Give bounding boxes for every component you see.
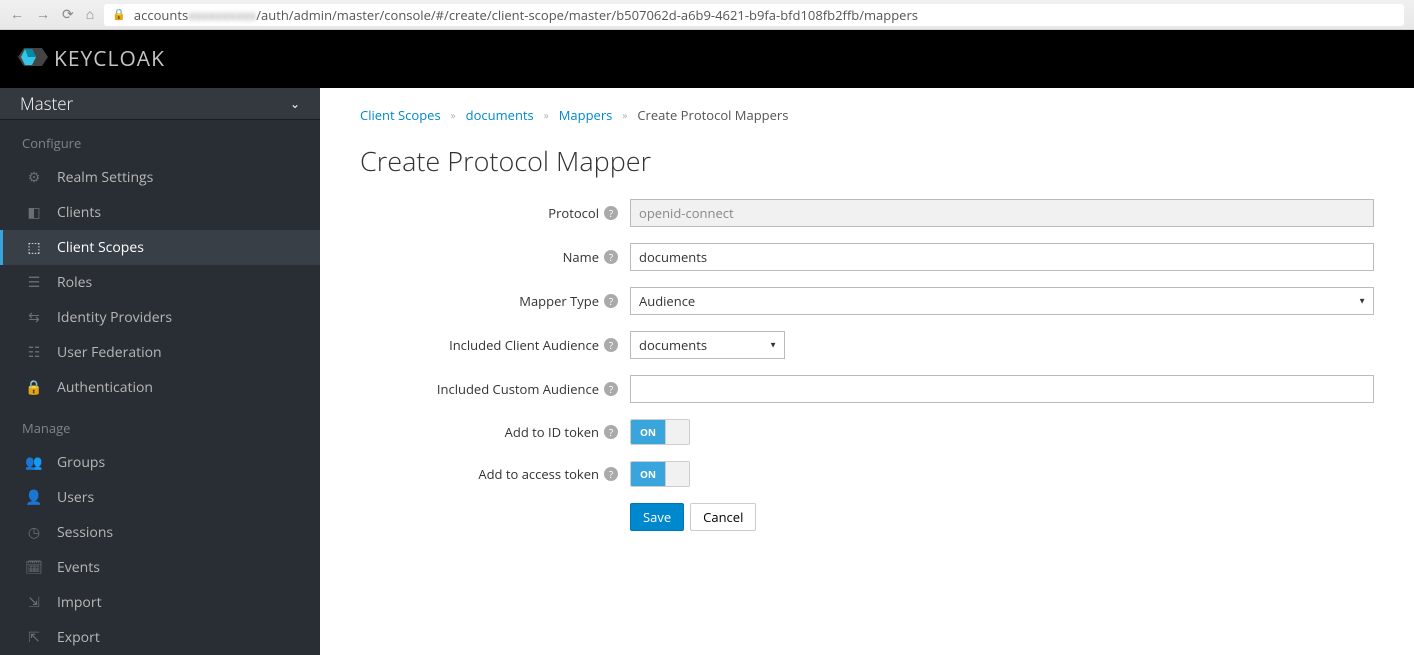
reload-icon[interactable]: ⟳: [62, 5, 74, 24]
sliders-icon: ⚙: [25, 168, 43, 187]
user-icon: 👤: [25, 488, 43, 507]
sidebar-item-client-scopes[interactable]: ⬚ Client Scopes: [0, 230, 320, 265]
included-custom-audience-label: Included Custom Audience: [437, 380, 599, 398]
app-header: KEYCLOAK: [0, 30, 1414, 88]
sidebar-item-label: Import: [57, 593, 102, 612]
toggle-handle: [665, 462, 689, 486]
sidebar-item-label: Identity Providers: [57, 308, 172, 327]
sidebar-item-label: Sessions: [57, 523, 113, 542]
url-text-suffix: /auth/admin/master/console/#/create/clie…: [256, 6, 918, 24]
help-icon[interactable]: ?: [604, 294, 618, 308]
breadcrumb-link[interactable]: Mappers: [559, 106, 613, 124]
cancel-button[interactable]: Cancel: [690, 503, 756, 531]
breadcrumb-current: Create Protocol Mappers: [637, 106, 788, 124]
logo[interactable]: KEYCLOAK: [18, 45, 165, 73]
sidebar-item-label: Client Scopes: [57, 238, 144, 257]
logo-text: KEYCLOAK: [54, 45, 165, 73]
forward-icon[interactable]: →: [36, 5, 50, 24]
add-to-access-token-toggle[interactable]: ON: [630, 461, 690, 487]
help-icon[interactable]: ?: [604, 338, 618, 352]
mapper-type-label: Mapper Type: [519, 292, 599, 310]
browser-chrome: ← → ⟳ ⌂ 🔒 accountsxxxxxxxxxx/auth/admin/…: [0, 0, 1414, 30]
included-client-audience-label: Included Client Audience: [449, 336, 599, 354]
sidebar-item-clients[interactable]: ◧ Clients: [0, 195, 320, 230]
url-bar[interactable]: 🔒 accountsxxxxxxxxxx/auth/admin/master/c…: [104, 4, 1404, 26]
url-text-blur: xxxxxxxxxx: [188, 6, 256, 24]
chevron-right-icon: »: [622, 108, 627, 122]
sidebar-item-identity-providers[interactable]: ⇆ Identity Providers: [0, 300, 320, 335]
add-to-access-token-label: Add to access token: [478, 465, 599, 483]
toggle-on-label: ON: [631, 420, 665, 444]
help-icon[interactable]: ?: [604, 425, 618, 439]
sidebar-item-realm-settings[interactable]: ⚙ Realm Settings: [0, 160, 320, 195]
name-label: Name: [563, 248, 599, 266]
sidebar-item-events[interactable]: 🗓 Events: [0, 550, 320, 585]
sidebar-item-label: Authentication: [57, 378, 153, 397]
breadcrumb: Client Scopes » documents » Mappers » Cr…: [360, 106, 1374, 124]
sidebar-item-label: Realm Settings: [57, 168, 153, 187]
chevron-right-icon: »: [451, 108, 456, 122]
help-icon[interactable]: ?: [604, 206, 618, 220]
sidebar-item-label: Users: [57, 488, 94, 507]
home-icon[interactable]: ⌂: [86, 5, 94, 24]
add-to-id-token-label: Add to ID token: [505, 423, 599, 441]
sidebar-item-label: Roles: [57, 273, 92, 292]
export-icon: ⇱: [25, 628, 43, 647]
group-icon: 👥: [25, 453, 43, 472]
help-icon[interactable]: ?: [604, 250, 618, 264]
realm-name: Master: [20, 92, 73, 115]
toggle-handle: [665, 420, 689, 444]
chevron-right-icon: »: [544, 108, 549, 122]
sidebar-item-import[interactable]: ⇲ Import: [0, 585, 320, 620]
name-input[interactable]: [630, 243, 1374, 271]
cubes-icon: ⬚: [25, 238, 43, 257]
included-client-audience-select[interactable]: documents: [630, 331, 785, 359]
sidebar-item-authentication[interactable]: 🔒 Authentication: [0, 370, 320, 405]
sidebar-item-sessions[interactable]: ◷ Sessions: [0, 515, 320, 550]
sidebar-item-roles[interactable]: ☰ Roles: [0, 265, 320, 300]
sidebar-section-configure: Configure: [0, 120, 320, 160]
clock-icon: ◷: [25, 523, 43, 542]
url-text-prefix: accounts: [134, 6, 188, 24]
calendar-icon: 🗓: [25, 558, 43, 577]
sidebar-item-label: User Federation: [57, 343, 162, 362]
sidebar-item-user-federation[interactable]: ☷ User Federation: [0, 335, 320, 370]
mapper-type-select[interactable]: Audience: [630, 287, 1374, 315]
page-title: Create Protocol Mapper: [360, 142, 1374, 179]
lock-icon: 🔒: [112, 7, 126, 22]
back-icon[interactable]: ←: [10, 5, 24, 24]
import-icon: ⇲: [25, 593, 43, 612]
main-content: Client Scopes » documents » Mappers » Cr…: [320, 88, 1414, 655]
sidebar-item-label: Clients: [57, 203, 101, 222]
sidebar: Master ⌄ Configure ⚙ Realm Settings ◧ Cl…: [0, 88, 320, 655]
help-icon[interactable]: ?: [604, 467, 618, 481]
cube-icon: ◧: [25, 203, 43, 222]
sidebar-item-label: Export: [57, 628, 100, 647]
included-custom-audience-input[interactable]: [630, 375, 1374, 403]
sidebar-section-manage: Manage: [0, 405, 320, 445]
lock-icon: 🔒: [25, 378, 43, 397]
breadcrumb-link[interactable]: documents: [466, 106, 534, 124]
protocol-input: [630, 199, 1374, 227]
sidebar-item-export[interactable]: ⇱ Export: [0, 620, 320, 655]
sidebar-item-label: Events: [57, 558, 100, 577]
help-icon[interactable]: ?: [604, 382, 618, 396]
exchange-icon: ⇆: [25, 308, 43, 327]
realm-selector[interactable]: Master ⌄: [0, 88, 320, 120]
protocol-label: Protocol: [548, 204, 599, 222]
sidebar-item-label: Groups: [57, 453, 105, 472]
add-to-id-token-toggle[interactable]: ON: [630, 419, 690, 445]
toggle-on-label: ON: [631, 462, 665, 486]
database-icon: ☷: [25, 343, 43, 362]
sidebar-item-users[interactable]: 👤 Users: [0, 480, 320, 515]
sidebar-item-groups[interactable]: 👥 Groups: [0, 445, 320, 480]
save-button[interactable]: Save: [630, 503, 684, 531]
breadcrumb-link[interactable]: Client Scopes: [360, 106, 441, 124]
logo-icon: [18, 46, 48, 73]
chevron-down-icon: ⌄: [290, 95, 300, 112]
list-icon: ☰: [25, 273, 43, 292]
